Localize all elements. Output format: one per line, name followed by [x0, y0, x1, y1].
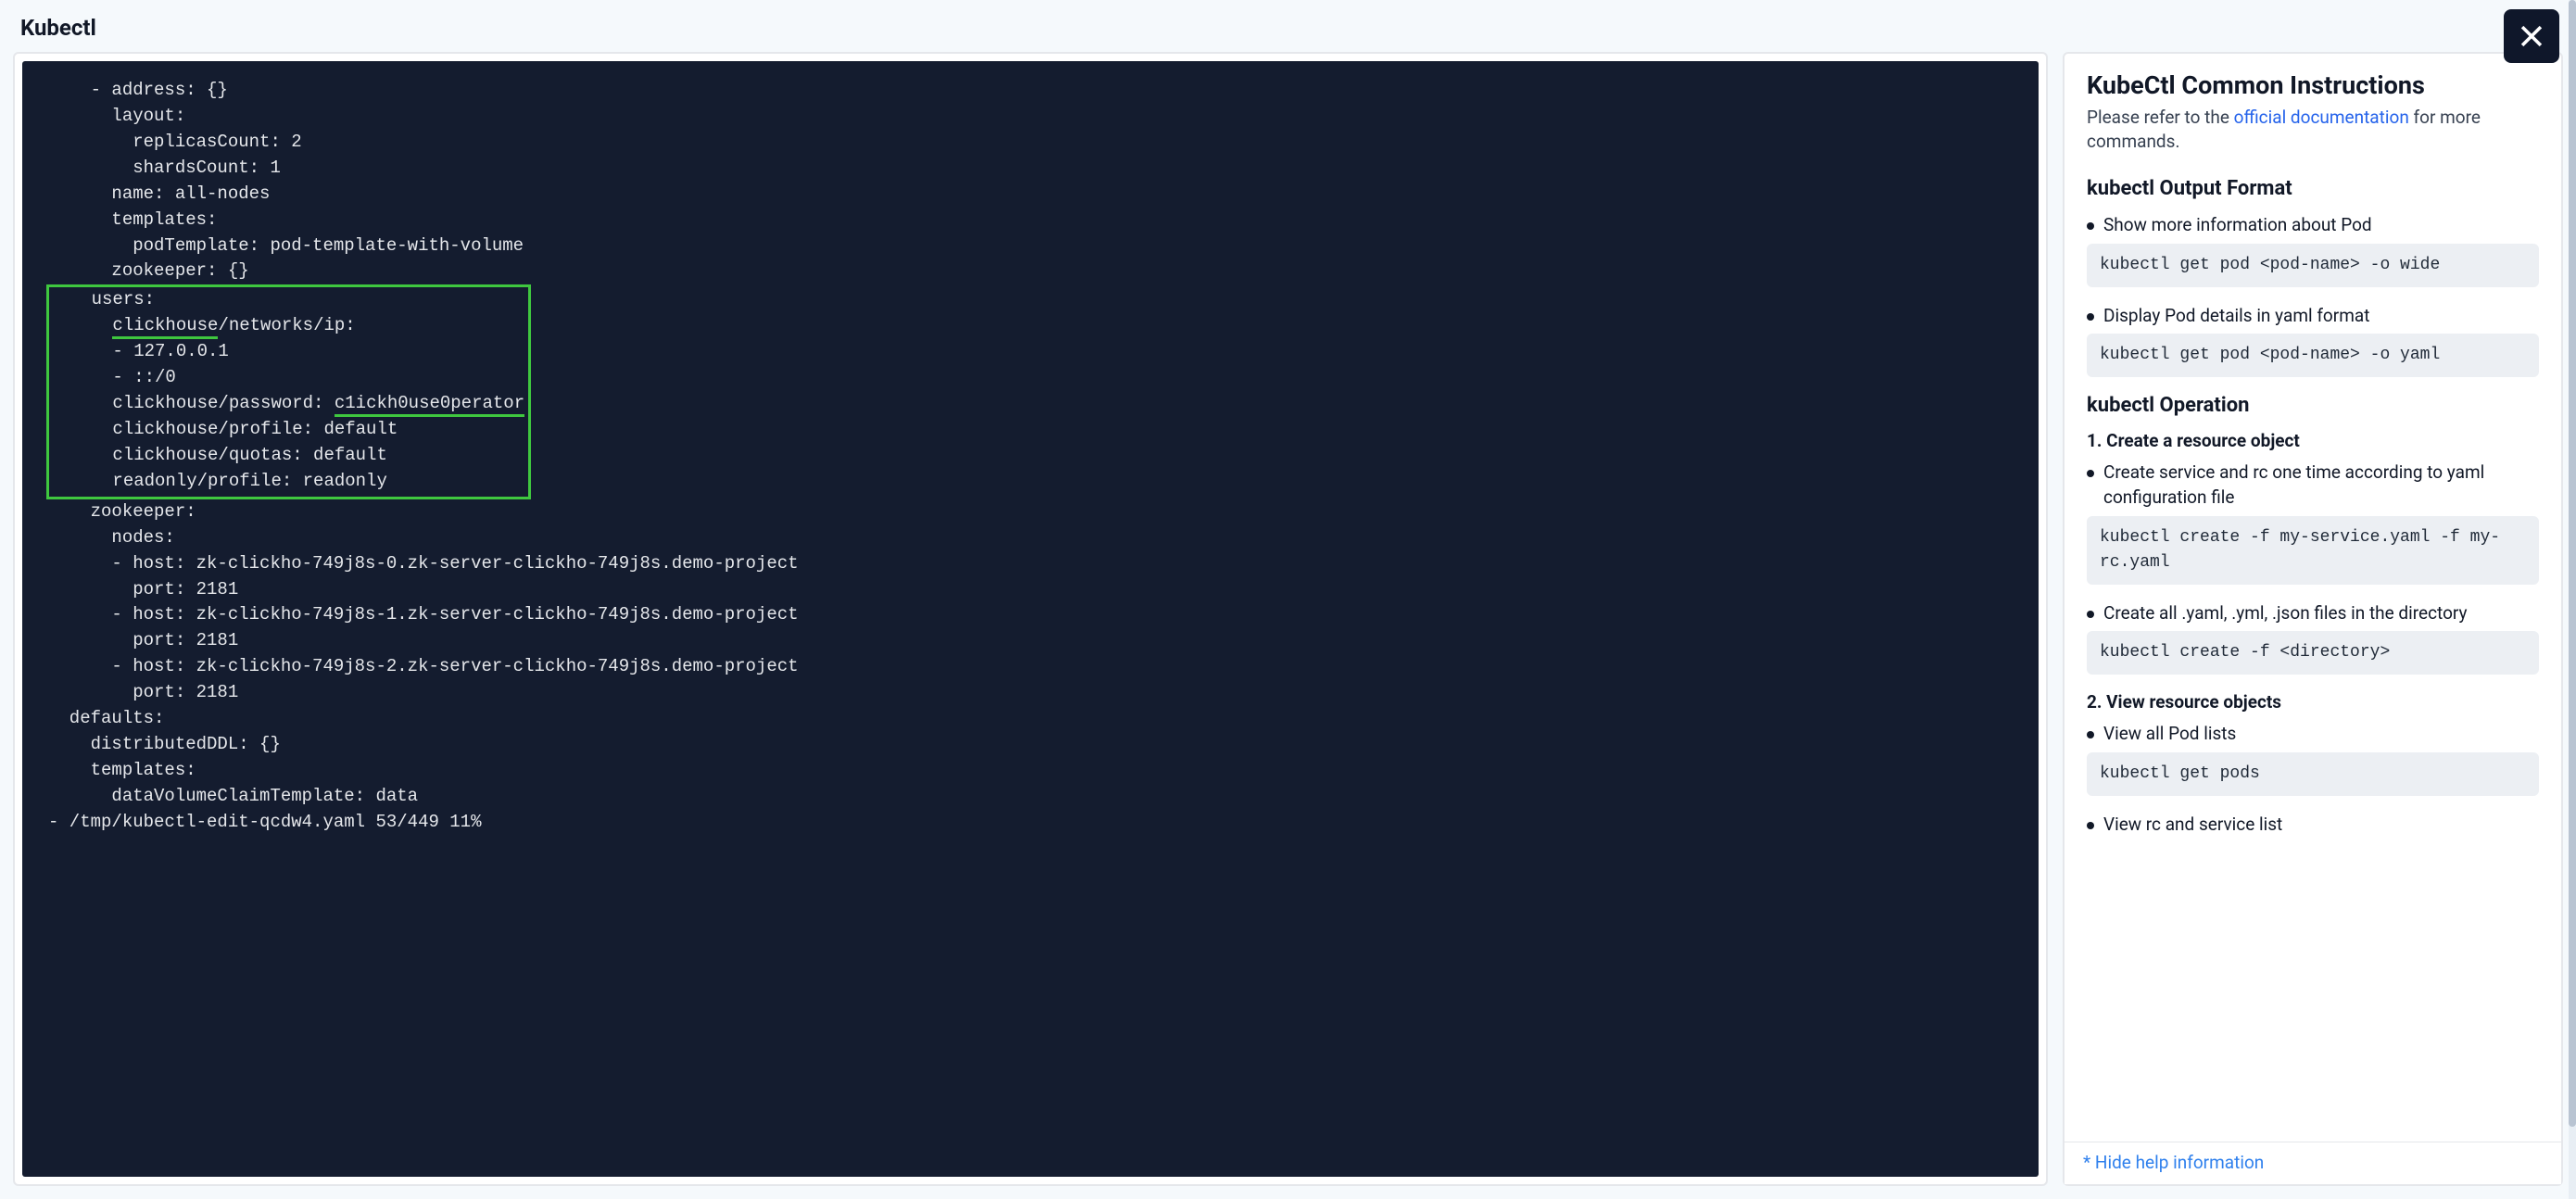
cmd-block: kubectl get pods — [2087, 752, 2539, 796]
terminal-line: templates: — [48, 758, 2013, 784]
help-item: Display Pod details in yaml format — [2087, 304, 2539, 329]
terminal-pane: - address: {} layout: replicasCount: 2 s… — [13, 52, 2048, 1186]
terminal-line: port: 2181 — [48, 628, 2013, 654]
help-item: Create service and rc one time according… — [2087, 461, 2539, 510]
terminal-line: zookeeper: {} — [48, 259, 2013, 284]
cmd-block: kubectl create -f <directory> — [2087, 631, 2539, 675]
page-scrollbar-thumb[interactable] — [2569, 0, 2576, 1127]
section-heading-output: kubectl Output Format — [2087, 177, 2539, 200]
subsection-heading-create: 1. Create a resource object — [2087, 430, 2539, 451]
help-item: Create all .yaml, .yml, .json files in t… — [2087, 601, 2539, 626]
terminal-line: dataVolumeClaimTemplate: data — [48, 784, 2013, 810]
official-doc-link[interactable]: official documentation — [2234, 107, 2409, 128]
hide-help-link[interactable]: * Hide help information — [2083, 1152, 2264, 1173]
bullet-icon — [2087, 822, 2094, 829]
section-heading-operation: kubectl Operation — [2087, 394, 2539, 417]
main-area: - address: {} layout: replicasCount: 2 s… — [0, 52, 2576, 1199]
bullet-icon — [2087, 470, 2094, 477]
cmd-block: kubectl get pod <pod-name> -o wide — [2087, 244, 2539, 287]
help-subtitle: Please refer to the official documentati… — [2087, 106, 2539, 153]
terminal-line: shardsCount: 1 — [48, 156, 2013, 182]
help-item-text: View all Pod lists — [2103, 722, 2236, 747]
help-pane: KubeCtl Common Instructions Please refer… — [2063, 52, 2563, 1186]
bullet-icon — [2087, 222, 2094, 230]
help-scroll[interactable]: KubeCtl Common Instructions Please refer… — [2065, 54, 2561, 1142]
app-root: Kubectl - address: {} layout: replicasCo… — [0, 0, 2576, 1199]
terminal-line: port: 2181 — [48, 680, 2013, 706]
terminal-line: defaults: — [48, 706, 2013, 732]
help-item: View rc and service list — [2087, 813, 2539, 838]
terminal-line: port: 2181 — [48, 577, 2013, 603]
help-item-text: Create all .yaml, .yml, .json files in t… — [2103, 601, 2468, 626]
terminal[interactable]: - address: {} layout: replicasCount: 2 s… — [22, 61, 2039, 1177]
cmd-block: kubectl get pod <pod-name> -o yaml — [2087, 334, 2539, 377]
terminal-line: podTemplate: pod-template-with-volume — [48, 233, 2013, 259]
bullet-icon — [2087, 611, 2094, 618]
cmd-block: kubectl create -f my-service.yaml -f my-… — [2087, 516, 2539, 585]
bullet-icon — [2087, 313, 2094, 321]
terminal-line: - host: zk-clickho-749j8s-2.zk-server-cl… — [48, 654, 2013, 680]
terminal-line: - /tmp/kubectl-edit-qcdw4.yaml 53/449 11… — [48, 810, 2013, 836]
help-title: KubeCtl Common Instructions — [2087, 70, 2539, 100]
subsection-heading-view: 2. View resource objects — [2087, 691, 2539, 713]
highlight-box: users: clickhouse/networks/ip: - 127.0.0… — [46, 284, 531, 499]
terminal-line: distributedDDL: {} — [48, 732, 2013, 758]
help-item: View all Pod lists — [2087, 722, 2539, 747]
bullet-icon — [2087, 731, 2094, 738]
terminal-line: templates: — [48, 208, 2013, 233]
close-button[interactable] — [2504, 9, 2559, 63]
help-item: Show more information about Pod — [2087, 213, 2539, 238]
header-bar: Kubectl — [0, 0, 2576, 52]
help-item-text: Display Pod details in yaml format — [2103, 304, 2369, 329]
terminal-line: nodes: — [48, 525, 2013, 551]
terminal-line: - host: zk-clickho-749j8s-0.zk-server-cl… — [48, 551, 2013, 577]
help-item-text: View rc and service list — [2103, 813, 2282, 838]
terminal-line: zookeeper: — [48, 499, 2013, 525]
terminal-line: - host: zk-clickho-749j8s-1.zk-server-cl… — [48, 602, 2013, 628]
terminal-line: layout: — [48, 104, 2013, 130]
close-icon — [2516, 20, 2547, 52]
help-footer: * Hide help information — [2065, 1142, 2561, 1184]
terminal-line: name: all-nodes — [48, 182, 2013, 208]
page-title: Kubectl — [20, 15, 96, 41]
terminal-line: replicasCount: 2 — [48, 130, 2013, 156]
help-item-text: Create service and rc one time according… — [2103, 461, 2539, 510]
help-item-text: Show more information about Pod — [2103, 213, 2372, 238]
terminal-line: - address: {} — [48, 78, 2013, 104]
page-scrollbar[interactable] — [2569, 0, 2576, 1199]
